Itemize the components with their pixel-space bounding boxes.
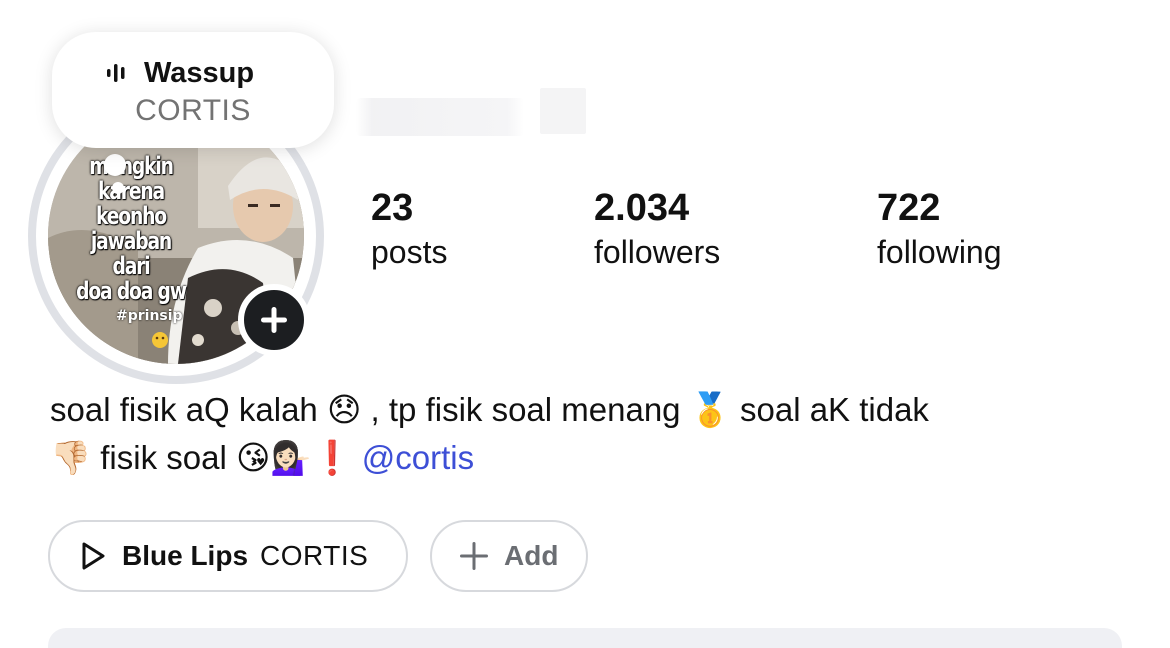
avatar-hashtag: #prinsip [116, 308, 183, 324]
edit-profile-button-partial[interactable] [48, 628, 1122, 648]
note-bubble-tail-dot [112, 182, 124, 194]
stat-followers[interactable]: 2.034 followers [594, 186, 720, 274]
plus-icon [460, 542, 488, 570]
kiss-and-gesture-emoji: 😘💁🏻‍♀️❗ [235, 438, 353, 477]
plus-icon [261, 307, 287, 333]
bio-text-3: soal aK tidak [739, 391, 929, 428]
thumbs-down-emoji: 👎🏻 [50, 438, 92, 477]
profile-header: mungkin karena keonho jawaban dari doa d… [0, 0, 1170, 648]
add-button[interactable]: Add [430, 520, 588, 592]
note-artist: CORTIS [135, 94, 251, 127]
stat-followers-label: followers [594, 234, 721, 270]
stat-followers-value: 2.034 [594, 187, 690, 229]
add-story-button[interactable] [238, 284, 310, 356]
note-title-row: Wassup [106, 55, 254, 91]
play-icon [82, 542, 105, 570]
stat-posts[interactable]: 23 posts [371, 186, 447, 274]
profile-music-artist: CORTIS [260, 540, 369, 571]
stat-posts-label: posts [371, 234, 448, 270]
bio-mention-link[interactable]: @cortis [362, 439, 474, 476]
disappointed-face-emoji: 😞 [326, 390, 362, 429]
stat-following[interactable]: 722 following [877, 186, 1002, 274]
username-placeholder-2 [540, 88, 586, 134]
bio-text-2: , tp fisik soal menang [370, 391, 681, 428]
note-bubble-tail [104, 154, 126, 176]
note-song-title: Wassup [144, 56, 255, 89]
profile-music-title: Blue Lips [122, 540, 249, 571]
avatar-caption: mungkin karena keonho jawaban dari doa d… [76, 152, 187, 305]
stat-following-value: 722 [877, 187, 941, 229]
audio-wave-icon [107, 64, 125, 82]
username-placeholder [356, 98, 524, 136]
bio-text-1: soal fisik aQ kalah [50, 391, 318, 428]
stat-following-label: following [877, 234, 1002, 270]
bio: soal fisik aQ kalah 😞 , tp fisik soal me… [50, 386, 1130, 482]
bio-text-4: fisik soal [100, 439, 227, 476]
profile-music-pill[interactable]: Blue Lips CORTIS [48, 520, 408, 592]
medal-emoji: 🥇 [689, 390, 731, 429]
add-button-label: Add [504, 540, 559, 571]
stat-posts-value: 23 [371, 187, 414, 229]
